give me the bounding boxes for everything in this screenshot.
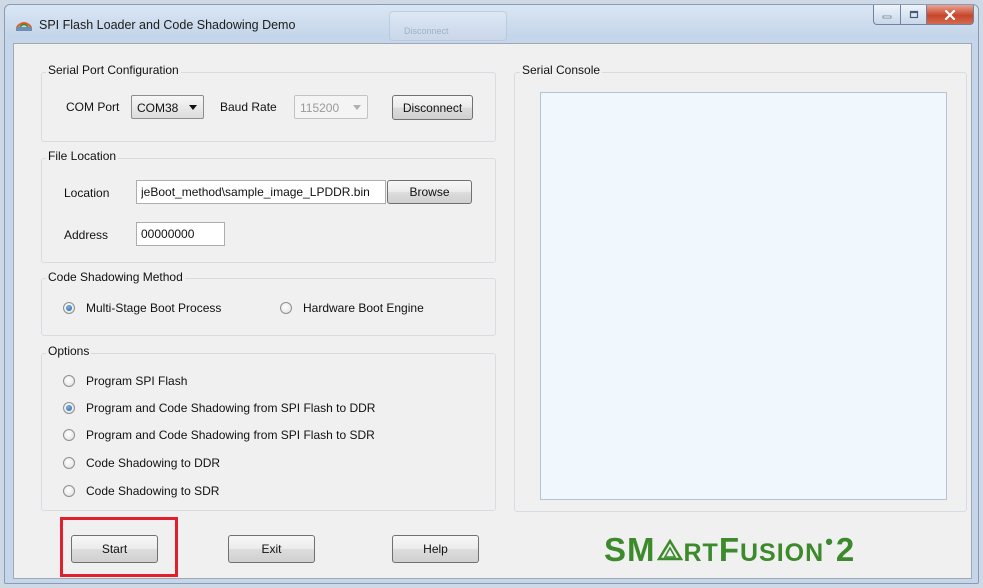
- ghost-disconnect-tab: Disconnect: [389, 11, 507, 41]
- file-location-group: [41, 158, 496, 263]
- option-shadow-ddr[interactable]: Code Shadowing to DDR: [63, 456, 220, 470]
- title-bar[interactable]: SPI Flash Loader and Code Shadowing Demo…: [5, 5, 978, 43]
- client-area: Serial Port Configuration COM Port COM38…: [13, 43, 972, 579]
- ghost-tab-label: Disconnect: [404, 26, 449, 36]
- baud-rate-select[interactable]: 115200: [294, 95, 368, 119]
- logo-triangle-icon: [656, 538, 683, 561]
- radio-label: Code Shadowing to DDR: [86, 456, 221, 470]
- radio-button[interactable]: [63, 429, 75, 441]
- option-program-shadow-sdr[interactable]: Program and Code Shadowing from SPI Flas…: [63, 428, 375, 442]
- help-button[interactable]: Help: [392, 535, 479, 563]
- minimize-button[interactable]: [873, 5, 901, 25]
- window-controls: [873, 5, 974, 27]
- option-program-spi-flash[interactable]: Program SPI Flash: [63, 374, 187, 388]
- browse-button[interactable]: Browse: [387, 180, 472, 204]
- address-field[interactable]: [136, 222, 225, 246]
- radio-button[interactable]: [63, 457, 75, 469]
- radio-button[interactable]: [63, 375, 75, 387]
- maximize-button[interactable]: [901, 5, 927, 25]
- radio-button[interactable]: [280, 302, 292, 314]
- radio-label: Program and Code Shadowing from SPI Flas…: [86, 428, 375, 442]
- logo-text-2: 2: [835, 531, 856, 568]
- option-shadow-sdr[interactable]: Code Shadowing to SDR: [63, 484, 219, 498]
- close-button[interactable]: [927, 5, 974, 25]
- option-program-shadow-ddr[interactable]: Program and Code Shadowing from SPI Flas…: [63, 401, 375, 415]
- exit-button[interactable]: Exit: [228, 535, 315, 563]
- com-port-value: COM38: [137, 101, 179, 115]
- serial-console-legend: Serial Console: [520, 63, 603, 77]
- location-label: Location: [64, 186, 110, 200]
- file-location-legend: File Location: [46, 149, 119, 163]
- logo-dot: •: [825, 529, 834, 554]
- radio-label: Code Shadowing to SDR: [86, 484, 220, 498]
- app-icon: [16, 22, 32, 31]
- com-port-label: COM Port: [66, 100, 120, 114]
- radio-label: Program SPI Flash: [86, 374, 188, 388]
- disconnect-button[interactable]: Disconnect: [392, 95, 473, 120]
- location-field[interactable]: [136, 180, 386, 204]
- logo-text-sm: SM: [604, 531, 656, 568]
- app-window: SPI Flash Loader and Code Shadowing Demo…: [4, 4, 979, 584]
- baud-rate-label: Baud Rate: [220, 100, 277, 114]
- logo-text-usion: USION: [740, 539, 825, 567]
- logo-text-rt: RT: [683, 539, 719, 567]
- radio-button[interactable]: [63, 302, 75, 314]
- minimize-icon: [882, 15, 892, 18]
- radio-hardware-boot-engine[interactable]: Hardware Boot Engine: [280, 301, 424, 315]
- radio-multi-stage-boot[interactable]: Multi-Stage Boot Process: [63, 301, 221, 315]
- radio-label: Program and Code Shadowing from SPI Flas…: [86, 401, 376, 415]
- chevron-down-icon: [353, 105, 361, 110]
- address-label: Address: [64, 228, 109, 242]
- serial-console-output[interactable]: [540, 92, 947, 500]
- radio-button[interactable]: [63, 402, 75, 414]
- radio-button[interactable]: [63, 485, 75, 497]
- options-legend: Options: [46, 344, 92, 358]
- radio-label: Hardware Boot Engine: [303, 301, 424, 315]
- radio-label: Multi-Stage Boot Process: [86, 301, 222, 315]
- shadowing-legend: Code Shadowing Method: [46, 270, 185, 284]
- serial-port-legend: Serial Port Configuration: [46, 63, 181, 77]
- baud-rate-value: 115200: [300, 101, 340, 115]
- maximize-icon: [909, 10, 918, 18]
- window-title: SPI Flash Loader and Code Shadowing Demo: [39, 18, 296, 32]
- smartfusion2-logo: SM RTFUSION•2: [604, 529, 855, 569]
- com-port-select[interactable]: COM38: [131, 95, 204, 119]
- start-highlight-box: [60, 517, 178, 577]
- close-icon: [944, 9, 956, 20]
- chevron-down-icon: [189, 105, 197, 110]
- logo-text-f: F: [718, 531, 740, 568]
